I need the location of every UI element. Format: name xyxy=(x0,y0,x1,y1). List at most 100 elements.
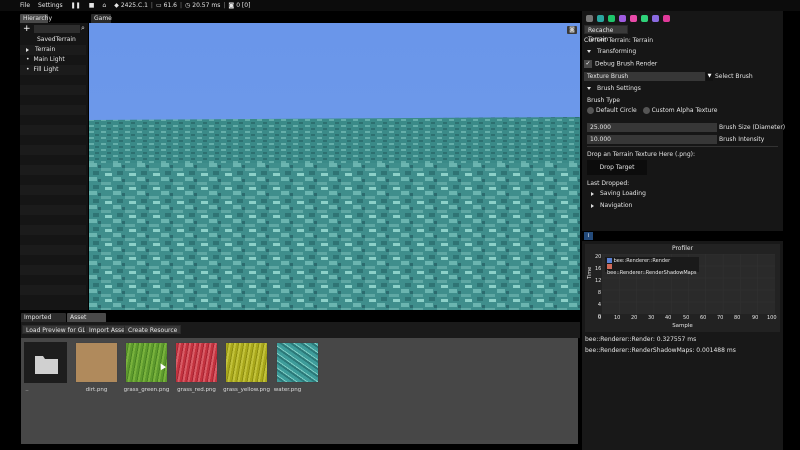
brush-intensity-input[interactable]: 10.000 xyxy=(587,135,717,144)
hierarchy-item-terrain[interactable]: Terrain xyxy=(20,45,86,55)
xtick: 90 xyxy=(752,315,759,321)
asset-thumb-water[interactable] xyxy=(276,342,319,383)
hierarchy-item-label: Fill Light xyxy=(33,66,59,73)
asset-label-dirt: dirt.png xyxy=(85,387,108,393)
radio-custom-alpha[interactable] xyxy=(642,107,650,114)
row-stripe xyxy=(20,205,86,215)
hierarchy-item-savedterrain[interactable]: SavedTerrain xyxy=(20,35,86,45)
folder-icon xyxy=(35,356,58,374)
frametime-readout: 20.57 ms xyxy=(192,2,221,9)
texture-brush-field[interactable]: Texture Brush xyxy=(584,72,705,81)
transforming-header[interactable]: Transforming xyxy=(587,48,636,55)
debug-brush-row[interactable]: ✓ Debug Brush Render xyxy=(584,60,657,68)
bullet-icon: • xyxy=(26,66,30,73)
ytick: 12 xyxy=(595,278,602,284)
camera-icon[interactable]: ◙ xyxy=(228,2,234,9)
expand-arrow-icon[interactable] xyxy=(26,47,29,52)
tab-game[interactable]: Game xyxy=(91,14,112,23)
image-icon[interactable] xyxy=(630,14,637,22)
asset-thumb-grass-red[interactable] xyxy=(175,342,218,383)
tab-imported-assets[interactable]: Imported Assets xyxy=(21,313,66,330)
game-viewport[interactable]: ◙ xyxy=(89,23,580,310)
saving-loading-header[interactable]: Saving Loading xyxy=(591,190,646,197)
brush-intensity-label: Brush Intensity xyxy=(719,136,765,143)
brush-size-label: Brush Size (Diameter) xyxy=(719,124,786,131)
brush-size-input[interactable]: 25.000 xyxy=(587,123,717,132)
stop-icon[interactable]: ■ xyxy=(89,2,95,9)
section-title: Transforming xyxy=(597,48,637,55)
brush-settings-header[interactable]: Brush Settings xyxy=(587,85,641,92)
row-stripe xyxy=(20,145,86,155)
hierarchy-item-fill-light[interactable]: • Fill Light xyxy=(20,65,86,75)
row-stripe xyxy=(20,285,86,295)
screenshot-camera-icon[interactable]: ◙ xyxy=(567,26,577,34)
monitor-icon: ▭ xyxy=(155,2,162,9)
tag-icon: ◆ xyxy=(114,2,119,9)
filter-icon[interactable] xyxy=(663,14,670,22)
profiler-xlabel: Sample xyxy=(672,323,693,329)
row-stripe xyxy=(20,265,86,275)
home-icon[interactable]: ⌂ xyxy=(102,2,106,9)
radio-default-circle[interactable] xyxy=(587,107,594,114)
add-icon[interactable]: + xyxy=(23,25,31,34)
profiler-plot-area[interactable]: bee::Renderer::Render bee::Renderer::Ren… xyxy=(602,254,775,314)
palette-icon[interactable] xyxy=(641,14,648,22)
menu-bar: File Settings ❚❚ ■ ⌂ ◆ 2425.C.1 | ▭ 61.6… xyxy=(0,0,800,11)
create-resource-button[interactable]: Create Resource xyxy=(124,325,182,334)
xtick: 50 xyxy=(683,315,690,321)
menu-settings[interactable]: Settings xyxy=(38,2,63,9)
asset-thumb-dirt[interactable] xyxy=(75,342,118,383)
profiler-title: Profiler xyxy=(671,245,694,252)
search-icon[interactable]: ⌕ xyxy=(81,24,85,33)
menu-file[interactable]: File xyxy=(20,2,30,9)
checkbox-checked-icon[interactable]: ✓ xyxy=(584,60,592,68)
recache-terrain-button[interactable]: Recache Terrain xyxy=(584,25,628,43)
legend-item: bee::Renderer::RenderShadowMaps xyxy=(607,264,697,276)
brush-type-label: Brush Type xyxy=(587,97,621,104)
hierarchy-item-label: Terrain xyxy=(35,46,56,53)
tab-asset-browser[interactable]: Asset Browser xyxy=(67,313,106,330)
navigation-header[interactable]: Navigation xyxy=(591,202,632,209)
current-terrain-label: Current Terrain: Terrain xyxy=(584,37,653,44)
ytick: 8 xyxy=(597,290,601,296)
circle-icon[interactable] xyxy=(608,14,615,22)
xtick: 0 xyxy=(598,315,602,321)
drop-prompt-label: Drop an Terrain Texture Here (.png): xyxy=(587,151,695,158)
hierarchy-panel: + ⌕ SavedTerrain Terrain • Main Light • Fi… xyxy=(20,23,88,310)
legend-swatch xyxy=(607,264,612,269)
profiler-stat-render: bee::Renderer::Render: 0.327557 ms xyxy=(585,336,697,343)
hierarchy-item-main-light[interactable]: • Main Light xyxy=(20,55,86,65)
legend-swatch xyxy=(607,258,612,263)
drop-target-zone[interactable]: Drop Target xyxy=(587,160,647,175)
row-stripe xyxy=(20,105,86,115)
checkbox-label: Debug Brush Render xyxy=(595,60,658,68)
pause-icon[interactable]: ❚❚ xyxy=(71,2,81,9)
profiler-xticks: 0 10 20 30 40 50 60 70 80 90 100 xyxy=(598,315,783,322)
brush-type-radios: Default Circle Custom Alpha Texture xyxy=(587,107,717,114)
profiler-stat-shadowmaps: bee::Renderer::RenderShadowMaps: 0.00148… xyxy=(585,347,736,354)
xtick: 60 xyxy=(700,315,707,321)
radio-label: Default Circle xyxy=(596,107,637,114)
bullet-icon: • xyxy=(26,56,30,63)
asset-folder-label: .. xyxy=(25,387,29,393)
row-stripe xyxy=(20,225,86,235)
hierarchy-icon[interactable] xyxy=(586,14,593,22)
profiler-yticks: 20 16 12 8 4 0 xyxy=(595,251,601,323)
hierarchy-search-input[interactable] xyxy=(34,25,80,33)
section-title: Saving Loading xyxy=(600,190,646,197)
dropdown-arrow-icon[interactable]: ▼ xyxy=(706,72,713,81)
globe-icon[interactable] xyxy=(597,14,604,22)
expand-arrow-icon xyxy=(591,203,594,208)
asset-folder-up[interactable] xyxy=(24,342,67,383)
last-dropped-label: Last Dropped: xyxy=(587,180,630,187)
asset-thumb-grass-yellow[interactable] xyxy=(225,342,268,383)
document-icon[interactable] xyxy=(619,14,626,22)
user-add-icon[interactable] xyxy=(652,14,659,22)
xtick: 80 xyxy=(734,315,741,321)
chart-icon[interactable]: ⌇ xyxy=(584,232,593,240)
profiler-tabbar: ⌇ xyxy=(582,231,783,241)
build-version: 2425.C.1 xyxy=(120,2,148,9)
legend-label: bee::Renderer::Render xyxy=(613,258,671,264)
tab-hierarchy[interactable]: Hierarchy xyxy=(20,14,52,23)
row-stripe xyxy=(20,125,86,135)
